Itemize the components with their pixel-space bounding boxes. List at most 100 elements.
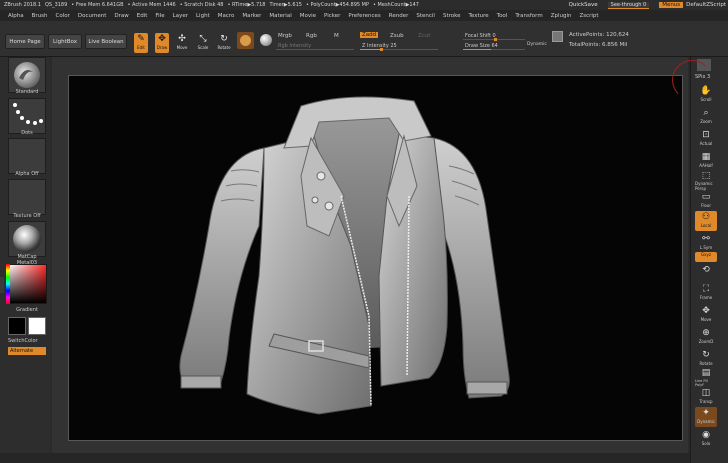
- edit-icon: ✎: [137, 34, 145, 44]
- move-button[interactable]: ✥ Move: [695, 305, 717, 325]
- focal-shift-slider[interactable]: Focal Shift 0: [463, 32, 525, 41]
- scroll-button[interactable]: ✋ Scroll: [695, 85, 717, 105]
- switch-color-button[interactable]: SwitchColor: [8, 338, 46, 344]
- actual-button[interactable]: ⊡ Actual: [695, 129, 717, 149]
- quicksave-button[interactable]: QuickSave: [569, 2, 598, 8]
- secondary-color-swatch[interactable]: [28, 317, 46, 335]
- alpha-thumbnail[interactable]: [8, 138, 46, 174]
- aahalf-button[interactable]: ▦ AAHalf: [695, 151, 717, 171]
- menu-movie[interactable]: Movie: [300, 13, 316, 19]
- stroke-thumbnail[interactable]: [8, 98, 46, 134]
- menu-file[interactable]: File: [155, 13, 164, 19]
- m-toggle[interactable]: M: [334, 33, 339, 39]
- color-picker[interactable]: [7, 264, 47, 304]
- rotate-button[interactable]: ↻ Rotate: [695, 349, 717, 369]
- axis-button[interactable]: ⟲: [695, 265, 717, 275]
- primary-color-swatch[interactable]: [8, 317, 26, 335]
- frame-button[interactable]: ⛶ Frame: [695, 283, 717, 303]
- menu-bar: Alpha Brush Color Document Draw Edit Fil…: [0, 10, 728, 21]
- z-intensity-slider[interactable]: Z Intensity 25: [360, 42, 438, 51]
- rgb-toggle[interactable]: Rgb: [306, 33, 317, 39]
- matcap-sphere-icon: [13, 225, 41, 253]
- document-canvas[interactable]: [68, 75, 683, 441]
- zoom-button[interactable]: ⌕ Zoom: [695, 107, 717, 127]
- dynamic-button[interactable]: ✦ Dynamic: [695, 407, 717, 427]
- dots-stroke-icon: [13, 103, 43, 125]
- rotate-icon: ↻: [220, 34, 228, 44]
- scale-tool-button[interactable]: ⤡ Scale: [196, 33, 210, 53]
- polyframe-icon: ▤: [701, 368, 711, 378]
- spix-slider[interactable]: SPix 3: [695, 74, 710, 80]
- menu-tool[interactable]: Tool: [497, 13, 508, 19]
- floor-button[interactable]: ▭ Floor: [695, 191, 717, 211]
- app-title: ZBrush 2018.1: [4, 2, 41, 8]
- transp-button[interactable]: ◫ Transp: [695, 387, 717, 407]
- rgb-intensity-slider[interactable]: Rgb Intensity: [276, 42, 354, 50]
- local-icon: ⚇: [701, 212, 711, 222]
- gxyz-button[interactable]: Gxyz: [695, 252, 717, 262]
- lsym-button[interactable]: ⚯ L.Sym: [695, 233, 717, 253]
- draw-tool-button[interactable]: ✥ Draw: [155, 33, 169, 53]
- menu-brush[interactable]: Brush: [32, 13, 48, 19]
- brush-label: Standard: [15, 89, 39, 95]
- alpha-label: Alpha Off: [15, 171, 39, 177]
- material-sphere-button[interactable]: [237, 32, 254, 49]
- local-button[interactable]: ⚇ Local: [695, 211, 717, 231]
- gradient-label[interactable]: Gradient: [8, 307, 46, 313]
- color-sphere-icon[interactable]: [260, 34, 272, 46]
- menus-button[interactable]: Menus: [659, 2, 684, 8]
- menu-stencil[interactable]: Stencil: [416, 13, 435, 19]
- leather-jacket-model[interactable]: [69, 76, 684, 442]
- scale-icon: ⤡: [199, 34, 207, 44]
- frame-icon: ⛶: [702, 284, 710, 294]
- menu-stroke[interactable]: Stroke: [443, 13, 461, 19]
- meshcount: • MeshCount▶147: [373, 2, 419, 8]
- brush-thumbnail[interactable]: [8, 57, 46, 93]
- menu-color[interactable]: Color: [56, 13, 70, 19]
- menu-material[interactable]: Material: [269, 13, 291, 19]
- material-thumbnail[interactable]: [8, 221, 46, 257]
- zcut-toggle[interactable]: Zcut: [418, 33, 430, 39]
- default-zscript-button[interactable]: DefaultZScript: [686, 2, 726, 8]
- zadd-toggle[interactable]: Zadd: [360, 32, 379, 38]
- menu-zplugin[interactable]: Zplugin: [551, 13, 572, 19]
- lightbox-button[interactable]: LightBox: [48, 34, 82, 49]
- mrgb-toggle[interactable]: Mrgb: [278, 33, 292, 39]
- menu-edit[interactable]: Edit: [137, 13, 148, 19]
- bpr-icon[interactable]: [697, 59, 711, 71]
- timer: Timer▶5.615: [269, 2, 302, 8]
- see-through-slider[interactable]: See-through 0: [607, 1, 650, 9]
- menu-transform[interactable]: Transform: [515, 13, 542, 19]
- menu-picker[interactable]: Picker: [324, 13, 340, 19]
- menu-preferences[interactable]: Preferences: [348, 13, 380, 19]
- menu-texture[interactable]: Texture: [469, 13, 489, 19]
- dynamic-toggle[interactable]: Dynamic: [527, 42, 547, 47]
- rotate-tool-button[interactable]: ↻ Rotate: [217, 33, 231, 53]
- menu-draw[interactable]: Draw: [114, 13, 128, 19]
- live-boolean-button[interactable]: Live Boolean: [85, 34, 127, 49]
- home-page-button[interactable]: Home Page: [5, 34, 45, 49]
- hue-strip[interactable]: [6, 264, 10, 304]
- menu-alpha[interactable]: Alpha: [8, 13, 24, 19]
- polyframe-button[interactable]: ▤ Line Fill PolyF: [695, 367, 717, 387]
- menu-document[interactable]: Document: [78, 13, 107, 19]
- total-points: TotalPoints: 6.856 Mil: [569, 42, 628, 48]
- menu-macro[interactable]: Macro: [218, 13, 235, 19]
- polycount: • PolyCount▶454.895 MP: [305, 2, 370, 8]
- edit-tool-button[interactable]: ✎ Edit: [134, 33, 148, 53]
- active-mem: • Active Mem 1446: [127, 2, 176, 8]
- menu-layer[interactable]: Layer: [173, 13, 188, 19]
- persp-button[interactable]: ⬚ Dynamic Persp: [695, 171, 717, 191]
- zsub-toggle[interactable]: Zsub: [390, 33, 404, 39]
- move-tool-button[interactable]: ✣ Move: [175, 33, 189, 53]
- draw-size-slider[interactable]: Draw Size 64: [463, 42, 525, 50]
- menu-zscript[interactable]: Zscript: [579, 13, 598, 19]
- left-tray-handle[interactable]: [0, 277, 4, 293]
- menu-render[interactable]: Render: [389, 13, 409, 19]
- solo-button[interactable]: ◉ Solo: [695, 429, 717, 449]
- menu-marker[interactable]: Marker: [242, 13, 261, 19]
- zoomd-button[interactable]: ⊕ ZoomD: [695, 327, 717, 347]
- alternate-button[interactable]: Alternate: [8, 347, 46, 355]
- menu-light[interactable]: Light: [196, 13, 210, 19]
- texture-thumbnail[interactable]: [8, 179, 46, 215]
